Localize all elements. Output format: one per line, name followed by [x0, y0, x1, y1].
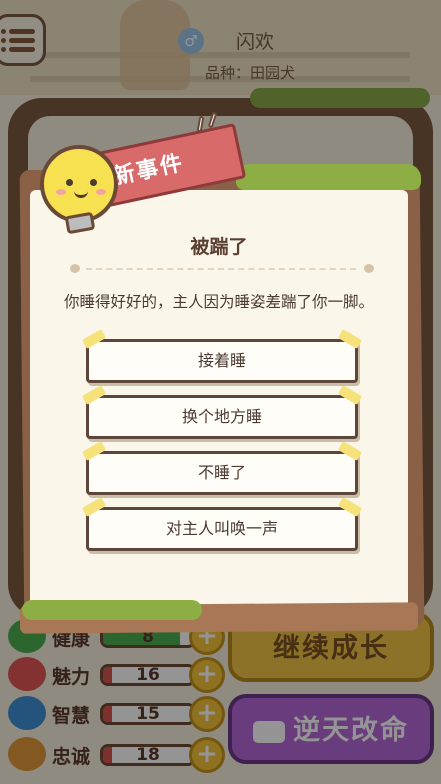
option-button[interactable]: 接着睡: [81, 329, 363, 383]
option-label: 换个地方睡: [181, 407, 262, 426]
event-title: 被踹了: [190, 236, 248, 258]
paw-icon: [70, 264, 80, 273]
option-label: 对主人叫唤一声: [165, 519, 278, 538]
event-description: 你睡得好好的，主人因为睡姿差踹了你一脚。: [63, 293, 374, 311]
moss-decoration: [236, 164, 421, 190]
option-button[interactable]: 对主人叫唤一声: [81, 497, 363, 551]
moss-decoration: [22, 600, 202, 620]
option-button[interactable]: 换个地方睡: [81, 385, 363, 439]
lightbulb-icon: [40, 145, 118, 223]
divider: [86, 268, 356, 270]
option-label: 不睡了: [197, 463, 246, 482]
option-label: 接着睡: [197, 351, 246, 370]
option-button[interactable]: 不睡了: [81, 441, 363, 495]
paw-icon: [364, 264, 374, 273]
